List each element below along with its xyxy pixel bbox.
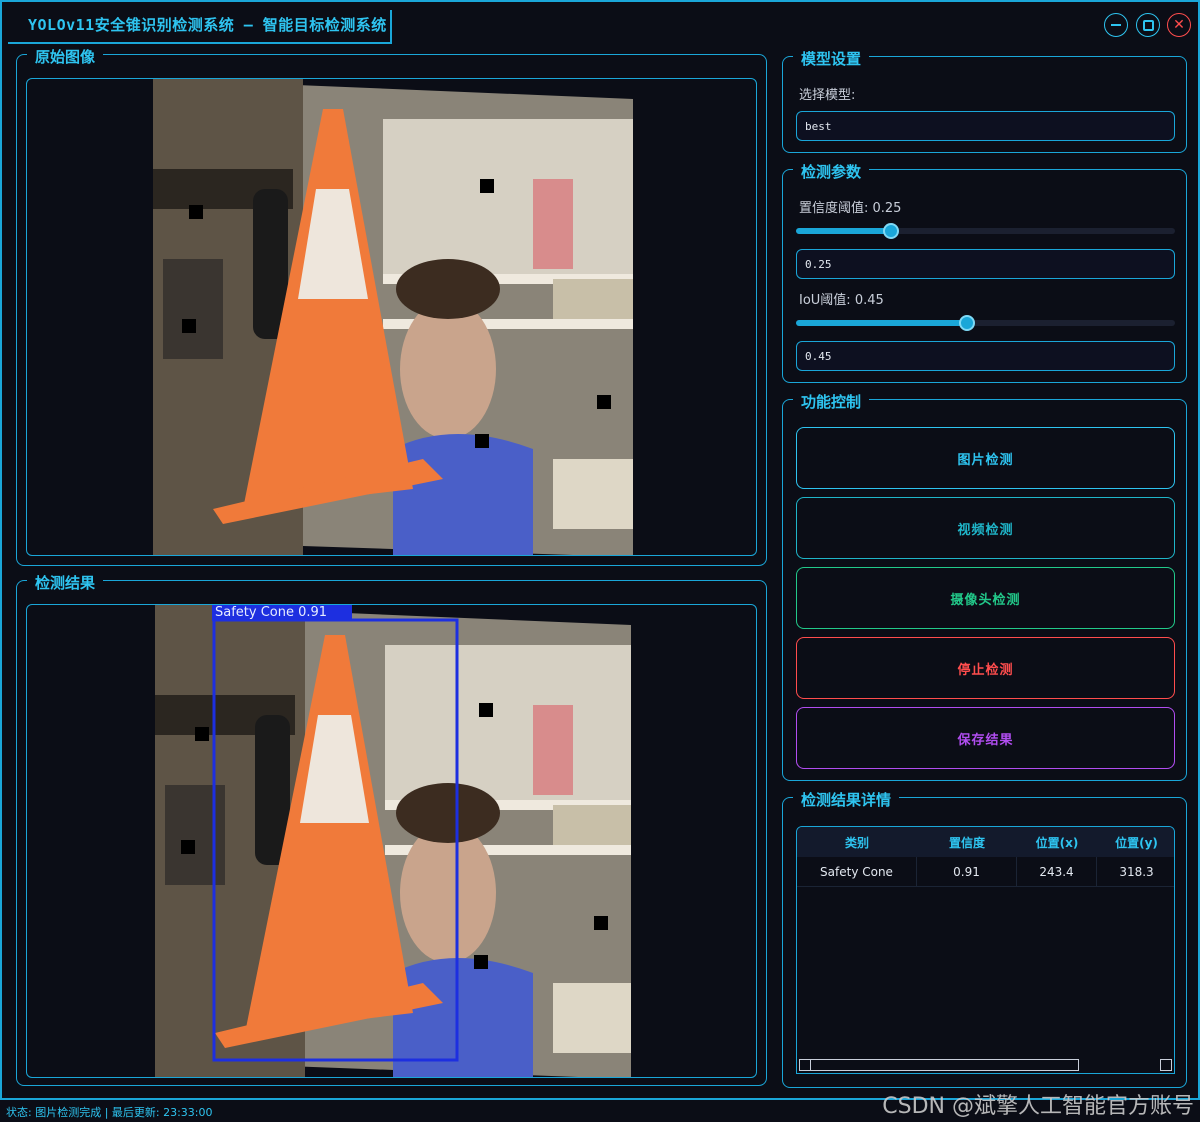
- model-select[interactable]: best: [796, 111, 1175, 141]
- table-row[interactable]: Safety Cone 0.91 243.4 318.3: [797, 857, 1174, 887]
- column-header-y[interactable]: 位置(y): [1097, 827, 1174, 857]
- cell-y: 318.3: [1119, 865, 1154, 879]
- iou-input[interactable]: 0.45: [796, 341, 1175, 371]
- window-title: YOLOv11安全锥识别检测系统 – 智能目标检测系统: [28, 16, 387, 34]
- iou-slider-fill: [796, 320, 967, 326]
- confidence-slider-fill: [796, 228, 891, 234]
- cell-confidence: 0.91: [917, 857, 1017, 887]
- confidence-slider-handle[interactable]: [883, 223, 899, 239]
- scroll-left-arrow[interactable]: [799, 1059, 811, 1071]
- confidence-label: 置信度阈值: 0.25: [799, 201, 902, 216]
- result-image: Safety Cone 0.91: [155, 605, 631, 1077]
- model-settings-title: 模型设置: [793, 48, 870, 69]
- column-header-class[interactable]: 类别: [797, 827, 917, 857]
- save-results-button[interactable]: 保存结果: [796, 707, 1175, 769]
- iou-slider-handle[interactable]: [959, 315, 975, 331]
- confidence-input[interactable]: 0.25: [796, 249, 1175, 279]
- function-control-title: 功能控制: [793, 391, 870, 412]
- scroll-right-arrow[interactable]: [1160, 1059, 1172, 1071]
- video-detect-button[interactable]: 视频检测: [796, 497, 1175, 559]
- confidence-slider[interactable]: [796, 223, 1175, 239]
- cell-x: 243.4: [1017, 857, 1097, 887]
- results-detail-title: 检测结果详情: [793, 789, 900, 810]
- result-photo-scene: [155, 605, 631, 1077]
- watermark: CSDN @斌擎人工智能官方账号: [882, 1094, 1194, 1119]
- original-photo-scene: [153, 79, 633, 555]
- iou-label: IoU阈值: 0.45: [799, 293, 884, 308]
- app-window: YOLOv11安全锥识别检测系统 – 智能目标检测系统 ✕ 原始图像 检测结果 …: [0, 0, 1200, 1100]
- detection-label: Safety Cone 0.91: [215, 605, 328, 620]
- minimize-icon: [1111, 24, 1121, 26]
- maximize-button[interactable]: [1136, 13, 1160, 37]
- close-icon: ✕: [1173, 17, 1185, 33]
- original-image-frame: [26, 78, 757, 556]
- cell-class: Safety Cone: [797, 857, 917, 887]
- stop-detect-button[interactable]: 停止检测: [796, 637, 1175, 699]
- title-underline: [8, 42, 392, 44]
- minimize-button[interactable]: [1104, 13, 1128, 37]
- detection-label-box: [343, 605, 483, 621]
- select-model-label: 选择模型:: [799, 88, 856, 103]
- detection-result-title: 检测结果: [27, 572, 104, 593]
- close-button[interactable]: ✕: [1167, 13, 1191, 37]
- status-bar: 状态: 图片检测完成 | 最后更新: 23:33:00: [6, 1106, 213, 1119]
- iou-slider[interactable]: [796, 315, 1175, 331]
- table-header: 类别 置信度 位置(x) 位置(y): [797, 827, 1174, 857]
- original-image-title: 原始图像: [27, 46, 104, 67]
- title-bar: YOLOv11安全锥识别检测系统 – 智能目标检测系统 ✕: [2, 2, 1198, 44]
- horizontal-scrollbar[interactable]: [799, 1059, 1172, 1071]
- column-header-x[interactable]: 位置(x): [1017, 827, 1097, 857]
- original-image: [153, 79, 633, 555]
- camera-detect-button[interactable]: 摄像头检测: [796, 567, 1175, 629]
- title-divider: [390, 10, 392, 44]
- maximize-icon: [1142, 19, 1154, 31]
- result-image-frame: Safety Cone 0.91: [26, 604, 757, 1078]
- scrollbar-thumb[interactable]: [799, 1059, 1079, 1071]
- column-header-confidence[interactable]: 置信度: [917, 827, 1017, 857]
- detection-params-title: 检测参数: [793, 161, 870, 182]
- image-detect-button[interactable]: 图片检测: [796, 427, 1175, 489]
- results-table: 类别 置信度 位置(x) 位置(y) Safety Cone 0.91 243.…: [796, 826, 1175, 1074]
